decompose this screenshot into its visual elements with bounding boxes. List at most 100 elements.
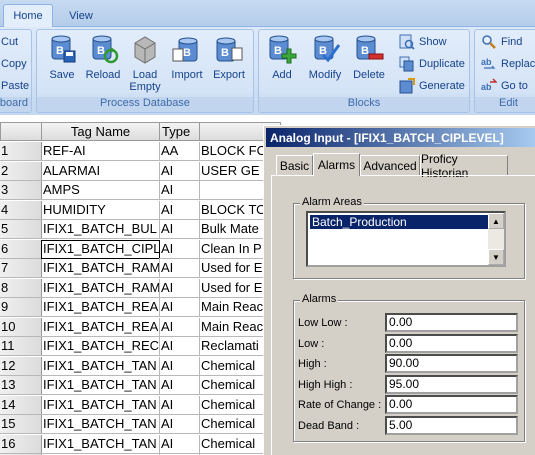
alarm-field-input[interactable]: 5.00 bbox=[385, 415, 518, 435]
alarm-areas-list[interactable]: Batch_Production ▲ ▼ bbox=[306, 211, 506, 267]
tab-view[interactable]: View bbox=[57, 4, 105, 27]
table-row[interactable]: 4 HUMIDITY AI BLOCK TO bbox=[0, 200, 281, 220]
type-cell[interactable]: AI bbox=[159, 415, 200, 434]
type-cell[interactable]: AI bbox=[159, 220, 200, 239]
paste-button[interactable]: Paste bbox=[1, 77, 29, 95]
dialog-title[interactable]: Analog Input - [IFIX1_BATCH_CIPLEVEL] bbox=[266, 128, 535, 147]
row-number[interactable]: 8 bbox=[0, 278, 42, 298]
type-cell[interactable]: AI bbox=[159, 181, 200, 200]
cut-button[interactable]: Cut bbox=[1, 33, 18, 51]
scroll-up-arrow-icon[interactable]: ▲ bbox=[488, 213, 504, 229]
table-row[interactable]: 12 IFIX1_BATCH_TAN AI Chemical bbox=[0, 356, 281, 376]
table-row[interactable]: 14 IFIX1_BATCH_TAN AI Chemical bbox=[0, 395, 281, 415]
tag-name-cell[interactable]: IFIX1_BATCH_RAM bbox=[41, 259, 160, 278]
row-number[interactable]: 1 bbox=[0, 142, 42, 161]
row-number[interactable]: 15 bbox=[0, 415, 42, 434]
row-number[interactable]: 5 bbox=[0, 220, 42, 239]
row-number[interactable]: 14 bbox=[0, 395, 42, 415]
row-number[interactable]: 6 bbox=[0, 239, 42, 259]
type-cell[interactable]: AI bbox=[159, 259, 200, 278]
row-number[interactable]: 12 bbox=[0, 356, 42, 376]
table-row[interactable]: 5 IFIX1_BATCH_BUL AI Bulk Mate bbox=[0, 220, 281, 239]
scroll-down-arrow-icon[interactable]: ▼ bbox=[488, 249, 504, 265]
alarm-field-input[interactable]: 0.00 bbox=[385, 333, 518, 353]
add-block-button[interactable]: B Add bbox=[263, 33, 301, 81]
table-row[interactable]: 2 ALARMAI AI USER GE bbox=[0, 161, 281, 181]
tag-name-cell[interactable]: IFIX1_BATCH_TAN bbox=[41, 415, 160, 434]
alarm-field-input[interactable]: 90.00 bbox=[385, 354, 518, 373]
column-header-type[interactable]: Type bbox=[159, 122, 200, 141]
type-cell[interactable]: AI bbox=[159, 317, 200, 337]
tag-name-cell[interactable]: IFIX1_BATCH_TAN bbox=[41, 376, 160, 395]
table-row[interactable]: 9 IFIX1_BATCH_REA AI Main Reac bbox=[0, 298, 281, 317]
table-row[interactable]: 11 IFIX1_BATCH_REC AI Reclamati bbox=[0, 337, 281, 356]
alarm-areas-scrollbar[interactable]: ▲ ▼ bbox=[488, 213, 504, 265]
table-row[interactable]: 13 IFIX1_BATCH_TAN AI Chemical bbox=[0, 376, 281, 395]
tag-name-cell[interactable]: IFIX1_BATCH_TAN bbox=[41, 434, 160, 454]
tab-basic[interactable]: Basic bbox=[276, 155, 313, 175]
tag-name-cell[interactable]: IFIX1_BATCH_BUL bbox=[41, 220, 160, 239]
copy-button[interactable]: Copy bbox=[1, 55, 27, 73]
alarm-field-input[interactable]: 0.00 bbox=[385, 313, 518, 332]
table-row[interactable]: 15 IFIX1_BATCH_TAN AI Chemical bbox=[0, 415, 281, 434]
tag-name-cell[interactable]: IFIX1_BATCH_REA bbox=[41, 298, 160, 317]
type-cell[interactable]: AI bbox=[159, 356, 200, 376]
row-number[interactable]: 7 bbox=[0, 259, 42, 278]
table-row[interactable]: 6 IFIX1_BATCH_CIPL AI Clean In P bbox=[0, 239, 281, 259]
type-cell[interactable]: AA bbox=[159, 142, 200, 161]
reload-button[interactable]: B Reload bbox=[83, 33, 123, 81]
row-number[interactable]: 10 bbox=[0, 317, 42, 337]
tab-home[interactable]: Home bbox=[3, 4, 53, 27]
tab-proficy-historian[interactable]: Proficy Historian bbox=[420, 152, 508, 180]
type-cell[interactable]: AI bbox=[159, 200, 200, 220]
tag-name-cell[interactable]: IFIX1_BATCH_REA bbox=[41, 317, 160, 337]
tab-alarms[interactable]: Alarms bbox=[313, 153, 360, 176]
type-cell[interactable]: AI bbox=[159, 395, 200, 415]
goto-button[interactable]: ab Go to bbox=[481, 77, 528, 95]
modify-block-button[interactable]: B Modify bbox=[303, 33, 347, 81]
type-cell[interactable]: AI bbox=[159, 376, 200, 395]
table-row[interactable]: 7 IFIX1_BATCH_RAM AI Used for E bbox=[0, 259, 281, 278]
type-cell[interactable]: AI bbox=[159, 337, 200, 356]
row-number[interactable]: 2 bbox=[0, 161, 42, 181]
row-number[interactable]: 11 bbox=[0, 337, 42, 356]
alarm-area-item[interactable]: Batch_Production bbox=[310, 215, 488, 229]
import-button[interactable]: B Import bbox=[167, 33, 207, 81]
export-button[interactable]: B Export bbox=[209, 33, 249, 81]
table-row[interactable]: 10 IFIX1_BATCH_REA AI Main Reac bbox=[0, 317, 281, 337]
table-row[interactable]: 8 IFIX1_BATCH_RAM AI Used for E bbox=[0, 278, 281, 298]
tag-name-cell[interactable]: HUMIDITY bbox=[41, 200, 160, 220]
save-button[interactable]: B Save bbox=[43, 33, 81, 81]
type-cell[interactable]: AI bbox=[159, 434, 200, 454]
type-cell[interactable]: AI bbox=[159, 298, 200, 317]
type-cell[interactable]: AI bbox=[159, 161, 200, 181]
type-cell[interactable]: AI bbox=[159, 278, 200, 298]
type-cell[interactable]: AI bbox=[159, 239, 200, 259]
row-number[interactable]: 9 bbox=[0, 298, 42, 317]
show-button[interactable]: Show bbox=[399, 33, 447, 51]
tag-name-cell[interactable]: ALARMAI bbox=[41, 161, 160, 181]
replace-button[interactable]: ab Replace bbox=[481, 55, 535, 73]
tag-name-cell[interactable]: REF-AI bbox=[41, 142, 160, 161]
alarm-field-input[interactable]: 95.00 bbox=[385, 374, 518, 394]
duplicate-button[interactable]: Duplicate bbox=[399, 55, 465, 73]
row-number[interactable]: 13 bbox=[0, 376, 42, 395]
row-number[interactable]: 16 bbox=[0, 434, 42, 454]
tag-name-cell[interactable]: IFIX1_BATCH_REC bbox=[41, 337, 160, 356]
delete-block-button[interactable]: B Delete bbox=[349, 33, 389, 81]
column-header-tag-name[interactable]: Tag Name bbox=[41, 122, 160, 141]
tag-name-cell[interactable]: IFIX1_BATCH_CIPL bbox=[41, 239, 160, 259]
table-row[interactable]: 1 REF-AI AA BLOCK FO bbox=[0, 142, 281, 161]
row-number[interactable]: 3 bbox=[0, 181, 42, 200]
find-button[interactable]: Find bbox=[481, 33, 522, 51]
load-empty-button[interactable]: Load Empty bbox=[125, 33, 165, 93]
table-row[interactable]: 3 AMPS AI bbox=[0, 181, 281, 200]
tag-name-cell[interactable]: AMPS bbox=[41, 181, 160, 200]
tab-advanced[interactable]: Advanced bbox=[360, 155, 420, 175]
alarm-field-input[interactable]: 0.00 bbox=[385, 395, 518, 414]
tag-name-cell[interactable]: IFIX1_BATCH_RAM bbox=[41, 278, 160, 298]
row-number[interactable]: 4 bbox=[0, 200, 42, 220]
generate-button[interactable]: Generate bbox=[399, 77, 465, 95]
tag-name-cell[interactable]: IFIX1_BATCH_TAN bbox=[41, 395, 160, 415]
tag-name-cell[interactable]: IFIX1_BATCH_TAN bbox=[41, 356, 160, 376]
